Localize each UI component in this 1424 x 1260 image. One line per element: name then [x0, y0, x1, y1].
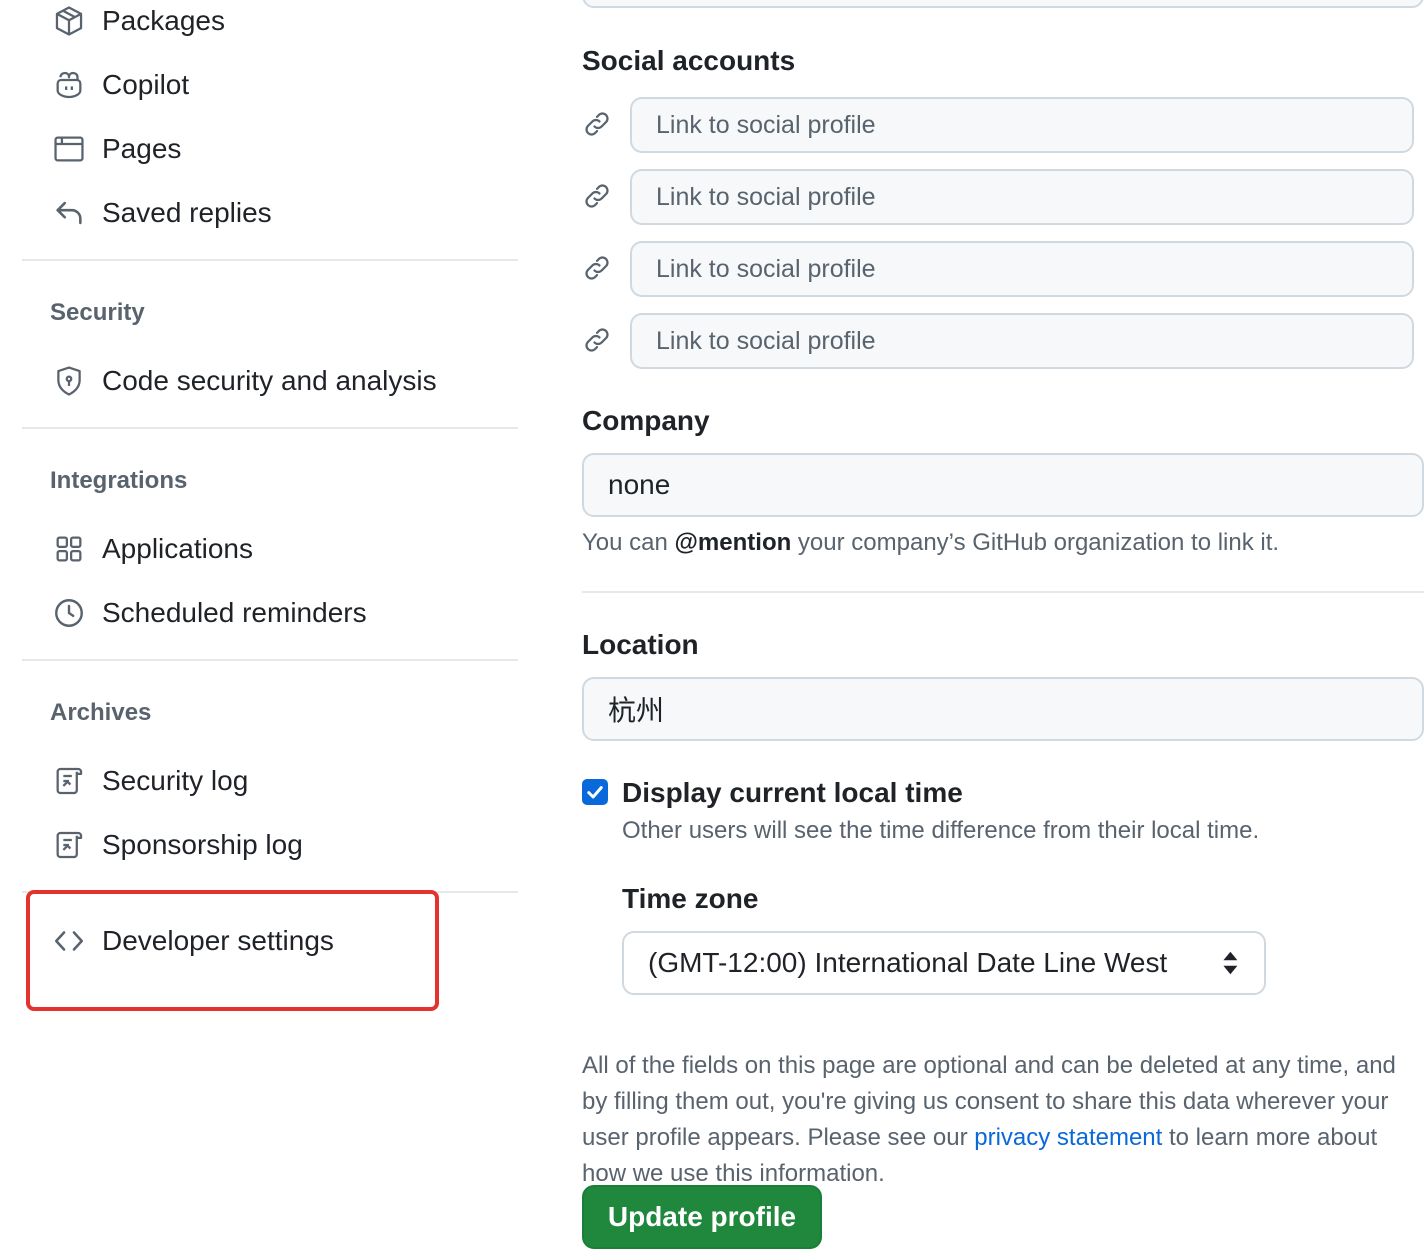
location-label: Location	[582, 629, 699, 660]
sidebar-item-sponsorship-log[interactable]: Sponsorship log	[50, 821, 303, 869]
highlight-annotation-box	[26, 890, 439, 1011]
social-profile-input-4[interactable]	[630, 313, 1414, 369]
company-label: Company	[582, 405, 710, 436]
sidebar-item-label: Pages	[102, 133, 182, 164]
link-icon	[582, 325, 614, 357]
company-hint-suffix: your company’s GitHub organization to li…	[791, 529, 1280, 556]
social-account-row	[582, 241, 1414, 297]
company-input[interactable]	[582, 453, 1424, 517]
location-input[interactable]	[582, 677, 1424, 741]
sidebar-item-label: Security log	[102, 765, 249, 796]
log-icon	[50, 826, 88, 864]
time-zone-selected-value: (GMT-12:00) International Date Line West	[648, 947, 1168, 978]
display-local-time-checkbox[interactable]	[582, 779, 608, 805]
sidebar-item-applications[interactable]: Applications	[50, 525, 253, 573]
social-profile-input-1[interactable]	[630, 97, 1414, 153]
sidebar-divider	[22, 659, 518, 661]
copilot-icon	[50, 66, 88, 104]
time-zone-select[interactable]: (GMT-12:00) International Date Line West	[622, 931, 1266, 995]
clock-icon	[50, 594, 88, 632]
display-local-time-description: Other users will see the time difference…	[622, 817, 1260, 844]
sidebar-item-code-security[interactable]: Code security and analysis	[50, 357, 437, 405]
form-divider	[582, 591, 1424, 593]
sidebar-item-pages[interactable]: Pages	[50, 125, 181, 173]
apps-icon	[50, 530, 88, 568]
social-profile-input-2[interactable]	[630, 169, 1414, 225]
sidebar-item-packages[interactable]: Packages	[50, 0, 225, 45]
shield-lock-icon	[50, 362, 88, 400]
sidebar-item-scheduled-reminders[interactable]: Scheduled reminders	[50, 589, 367, 637]
section-heading-integrations: Integrations	[50, 467, 188, 494]
sidebar-divider	[22, 259, 518, 261]
social-account-row	[582, 313, 1414, 369]
update-profile-button[interactable]: Update profile	[582, 1185, 822, 1249]
social-profile-input-3[interactable]	[630, 241, 1414, 297]
link-icon	[582, 253, 614, 285]
sidebar-divider	[22, 427, 518, 429]
sidebar-item-label: Applications	[102, 533, 253, 564]
settings-sidebar: Packages Copilot Pages Saved replies Sec…	[0, 0, 540, 1260]
display-local-time-label[interactable]: Display current local time	[622, 777, 963, 809]
sidebar-item-security-log[interactable]: Security log	[50, 757, 248, 805]
section-heading-archives: Archives	[50, 699, 152, 726]
browser-icon	[50, 130, 88, 168]
privacy-statement-link[interactable]: privacy statement	[974, 1124, 1162, 1151]
package-icon	[50, 2, 88, 40]
reply-icon	[50, 194, 88, 232]
previous-field-input[interactable]	[582, 0, 1424, 8]
sidebar-item-copilot[interactable]: Copilot	[50, 61, 189, 109]
select-arrows-icon	[1222, 949, 1240, 977]
social-account-row	[582, 169, 1414, 225]
company-hint-prefix: You can	[582, 529, 675, 556]
company-hint: You can @mention your company’s GitHub o…	[582, 529, 1279, 557]
sidebar-item-label: Packages	[102, 5, 225, 36]
log-icon	[50, 762, 88, 800]
link-icon	[582, 181, 614, 213]
sidebar-item-label: Scheduled reminders	[102, 597, 367, 628]
link-icon	[582, 109, 614, 141]
privacy-disclaimer: All of the fields on this page are optio…	[582, 1048, 1412, 1192]
sidebar-item-label: Saved replies	[102, 197, 272, 228]
profile-form: Social accounts Company You can @mention…	[580, 0, 1424, 1260]
company-hint-mention: @mention	[674, 529, 792, 556]
sidebar-item-label: Copilot	[102, 69, 190, 100]
social-account-row	[582, 97, 1414, 153]
time-zone-label: Time zone	[622, 883, 759, 914]
social-accounts-label: Social accounts	[582, 45, 796, 76]
sidebar-item-label: Code security and analysis	[102, 365, 437, 396]
section-heading-security: Security	[50, 299, 145, 326]
sidebar-item-saved-replies[interactable]: Saved replies	[50, 189, 272, 237]
checkmark-icon	[587, 786, 603, 799]
sidebar-item-label: Sponsorship log	[102, 829, 303, 860]
